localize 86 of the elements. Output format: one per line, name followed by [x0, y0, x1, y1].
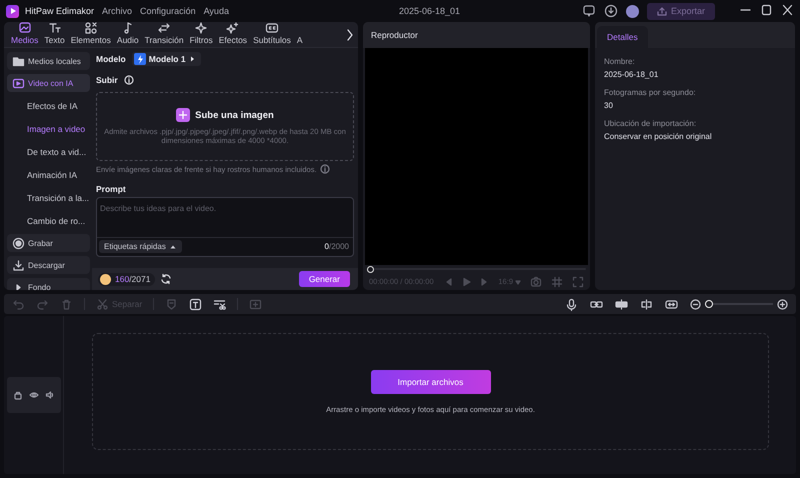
redo-icon — [36, 298, 49, 310]
progress-handle[interactable] — [367, 266, 374, 272]
toolbar-tab[interactable]: Elementos — [68, 22, 114, 45]
prompt-field[interactable]: Describe tus ideas para el video. Etiquetas rápidas 0/2000 — [96, 197, 354, 257]
menu-item[interactable]: Ayuda — [204, 6, 229, 16]
toolbar-tab[interactable]: Texto — [41, 22, 68, 45]
shapes-icon — [84, 22, 98, 35]
player-title: Reproductor — [371, 30, 418, 40]
toolbar-tab[interactable]: Audio — [114, 22, 142, 45]
sidebar-subitem[interactable]: Transición a la... — [7, 188, 90, 207]
project-title: 2025-06-18_01 — [398, 6, 460, 16]
zoom-in-icon[interactable] — [777, 298, 788, 310]
undo-icon — [12, 298, 25, 310]
folder-icon — [12, 54, 25, 68]
app-name: HitPaw Edimakor — [25, 6, 94, 16]
details-tab[interactable]: Detalles — [597, 26, 648, 48]
toolbar-tab[interactable]: Subtítulos — [250, 22, 294, 45]
quick-tags-button[interactable]: Etiquetas rápidas — [99, 240, 182, 253]
prompt-label: Prompt — [96, 184, 127, 194]
eye-icon[interactable] — [28, 390, 38, 400]
image-icon — [18, 22, 32, 35]
chat-icon[interactable] — [582, 4, 596, 18]
text-icon — [48, 22, 62, 35]
toolbar-tab[interactable]: Efectos — [216, 22, 250, 45]
trim-icon — [213, 298, 226, 310]
sparkle-icon — [194, 22, 208, 35]
split-clip-icon[interactable] — [615, 298, 628, 310]
toolbar-tab[interactable]: Filtros — [186, 22, 216, 45]
caret-down-icon — [515, 278, 521, 284]
sparkle-icon — [226, 22, 240, 35]
cut-button[interactable] — [213, 298, 226, 310]
fit-width-icon[interactable] — [665, 298, 678, 310]
speaker-icon[interactable] — [44, 390, 54, 400]
plus-icon — [178, 110, 188, 120]
coin-icon — [100, 274, 111, 284]
caret-icon — [188, 55, 196, 63]
shield-icon — [165, 298, 178, 310]
upload-icon — [656, 6, 667, 16]
import-files-button[interactable]: Importar archivos — [370, 370, 490, 394]
refresh-icon[interactable] — [160, 273, 172, 285]
sidebar-subitem[interactable]: Animación IA — [7, 165, 90, 184]
sidebar-item[interactable]: Video con IA — [7, 74, 90, 92]
sidebar-subitem[interactable]: Efectos de IA — [7, 96, 90, 115]
arrows-icon — [157, 22, 172, 35]
field-value: 30 — [604, 101, 614, 110]
sidebar-subitem[interactable]: Cambio de ro... — [7, 211, 90, 230]
toolbar-tab[interactable]: Transición — [142, 22, 187, 45]
upload-label: Subir — [96, 75, 118, 85]
sidebar-item[interactable]: Grabar — [7, 234, 90, 252]
scissors-icon — [96, 298, 109, 310]
model-label: Modelo — [96, 54, 126, 64]
trash-icon — [60, 298, 73, 310]
microphone-icon[interactable] — [565, 298, 578, 310]
sidebar-subitem[interactable]: Imagen a video — [7, 119, 90, 138]
text-box-icon — [189, 298, 202, 310]
menu-item[interactable]: Archivo — [102, 6, 132, 16]
field-value: 2025-06-18_01 — [604, 70, 660, 79]
generate-button[interactable]: Generar — [298, 271, 350, 287]
field-label: Nombre: — [604, 57, 636, 66]
sidebar-item[interactable]: Fondo — [7, 278, 90, 290]
add-frame-icon — [249, 298, 262, 310]
sidebar-subitem[interactable]: De texto a vid... — [7, 142, 90, 161]
close-icon[interactable] — [781, 4, 794, 16]
text-button[interactable] — [189, 298, 202, 310]
field-value: Conservar en posición original — [604, 132, 713, 141]
credits-counter[interactable]: 160/2071 — [98, 272, 156, 286]
caption-icon — [264, 22, 279, 35]
menu-item[interactable]: Configuración — [140, 6, 196, 16]
field-label: Ubicación de importación: — [604, 119, 698, 128]
sidebar-item[interactable]: Descargar — [7, 256, 90, 274]
character-count: 0/2000 — [324, 242, 349, 251]
maximize-icon[interactable] — [760, 4, 773, 16]
upload-image-button[interactable]: Sube una imagen — [176, 108, 274, 122]
toolbar-tab[interactable]: Medios — [8, 22, 42, 45]
toolbar-tab[interactable]: A — [294, 22, 306, 45]
record-icon — [12, 236, 25, 250]
field-label: Fotogramas por segundo: — [604, 88, 697, 97]
model-selector[interactable]: Modelo 1 — [132, 52, 201, 66]
split-clip-icon[interactable] — [640, 298, 653, 310]
video-icon — [12, 76, 25, 90]
avatar[interactable] — [626, 4, 639, 18]
zoom-out-icon[interactable] — [690, 298, 701, 310]
download-icon[interactable] — [604, 4, 618, 18]
sidebar-item[interactable]: Medios locales — [7, 52, 90, 70]
download-icon — [12, 258, 25, 272]
zoom-handle[interactable] — [705, 300, 713, 308]
